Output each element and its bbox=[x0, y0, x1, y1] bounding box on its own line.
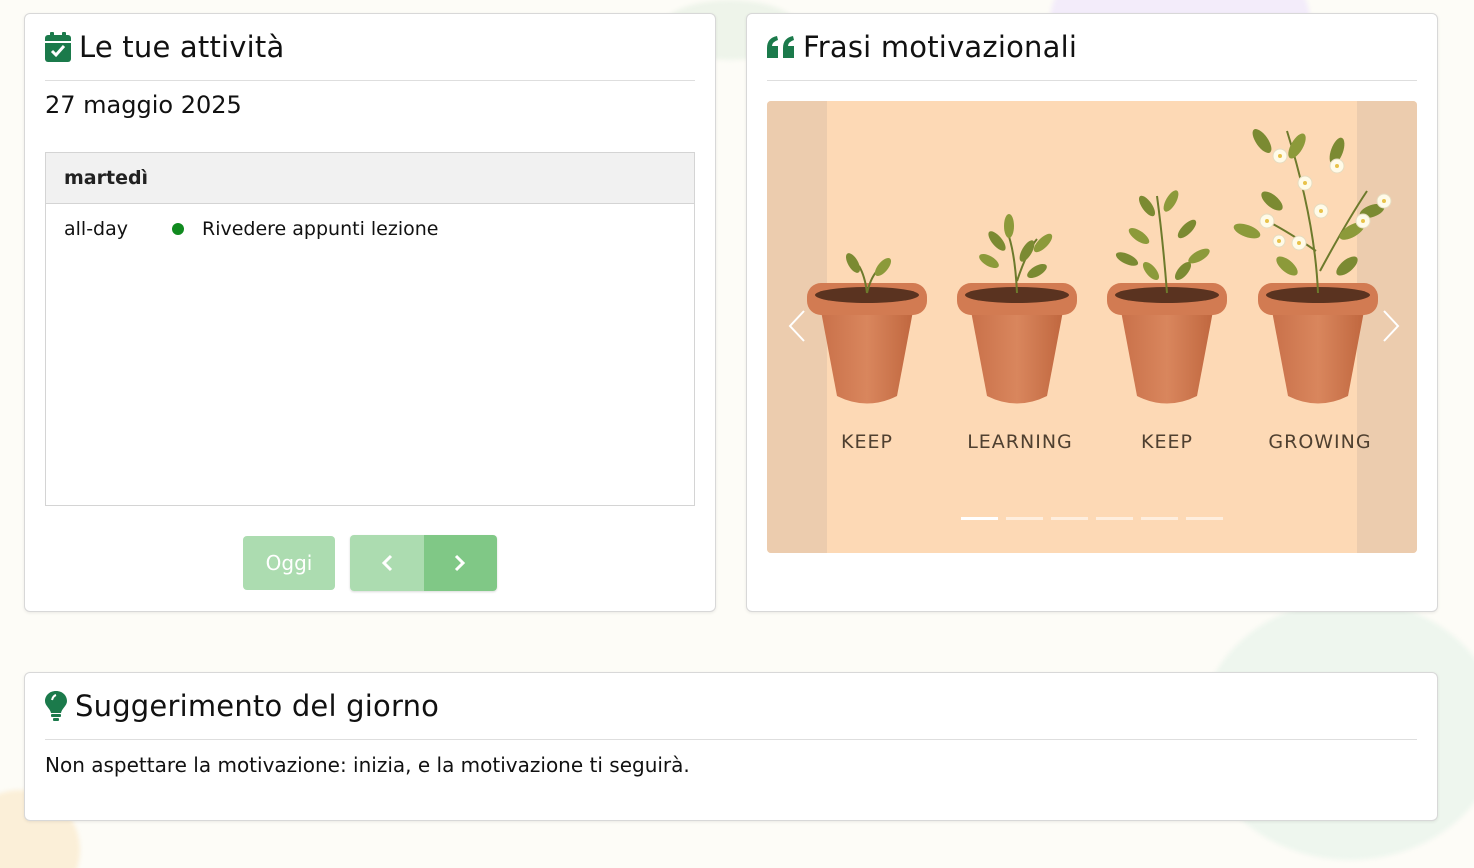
carousel-indicator[interactable] bbox=[1141, 517, 1178, 520]
carousel-next-button[interactable] bbox=[1371, 301, 1411, 351]
calendar-check-icon bbox=[45, 32, 71, 62]
slide-label: KEEP bbox=[841, 431, 893, 453]
day-agenda: martedì all-day Rivedere appunti lezione bbox=[45, 152, 695, 506]
carousel-indicator[interactable] bbox=[1096, 517, 1133, 520]
lightbulb-icon bbox=[45, 691, 67, 721]
pot-4 bbox=[1233, 129, 1392, 404]
day-header: martedì bbox=[46, 153, 694, 204]
carousel-indicator[interactable] bbox=[961, 517, 998, 520]
activities-header: Le tue attività bbox=[45, 14, 695, 81]
carousel-indicator[interactable] bbox=[1006, 517, 1043, 520]
pot-1 bbox=[807, 253, 927, 404]
plant-pots-illustration bbox=[807, 129, 1392, 404]
carousel-indicator[interactable] bbox=[1186, 517, 1223, 520]
event-row[interactable]: all-day Rivedere appunti lezione bbox=[46, 204, 694, 254]
carousel-indicators bbox=[961, 517, 1223, 520]
pot-2 bbox=[957, 214, 1077, 404]
chevron-left-icon bbox=[381, 554, 392, 572]
activities-card: Le tue attività 27 maggio 2025 martedì a… bbox=[24, 13, 716, 612]
quote-icon bbox=[767, 36, 794, 58]
event-title[interactable]: Rivedere appunti lezione bbox=[202, 218, 438, 240]
pot-3 bbox=[1107, 190, 1227, 404]
quotes-header: Frasi motivazionali bbox=[767, 14, 1417, 81]
carousel-indicator[interactable] bbox=[1051, 517, 1088, 520]
today-button[interactable]: Oggi bbox=[243, 536, 335, 590]
chevron-left-icon bbox=[788, 310, 805, 342]
slide-label: KEEP bbox=[1141, 431, 1193, 453]
navigation-button-group bbox=[350, 535, 497, 591]
quotes-title: Frasi motivazionali bbox=[803, 30, 1078, 64]
next-day-button[interactable] bbox=[423, 535, 497, 591]
suggestion-header: Suggerimento del giorno bbox=[45, 673, 1417, 740]
carousel-prev-button[interactable] bbox=[777, 301, 817, 351]
suggestion-card: Suggerimento del giorno Non aspettare la… bbox=[24, 672, 1438, 821]
motivational-carousel[interactable]: KEEP LEARNING KEEP GROWING bbox=[767, 101, 1417, 553]
suggestion-title: Suggerimento del giorno bbox=[75, 689, 440, 723]
event-time: all-day bbox=[64, 218, 129, 240]
slide-label: GROWING bbox=[1268, 431, 1372, 453]
suggestion-text: Non aspettare la motivazione: inizia, e … bbox=[45, 753, 690, 777]
previous-day-button[interactable] bbox=[350, 535, 424, 591]
quotes-card: Frasi motivazionali KEEP LEARNING KEEP G… bbox=[746, 13, 1438, 612]
slide-label: LEARNING bbox=[967, 431, 1073, 453]
chevron-right-icon bbox=[455, 554, 466, 572]
activities-title: Le tue attività bbox=[79, 30, 285, 64]
event-color-dot bbox=[172, 223, 184, 235]
chevron-right-icon bbox=[1383, 310, 1400, 342]
current-date: 27 maggio 2025 bbox=[45, 91, 242, 119]
